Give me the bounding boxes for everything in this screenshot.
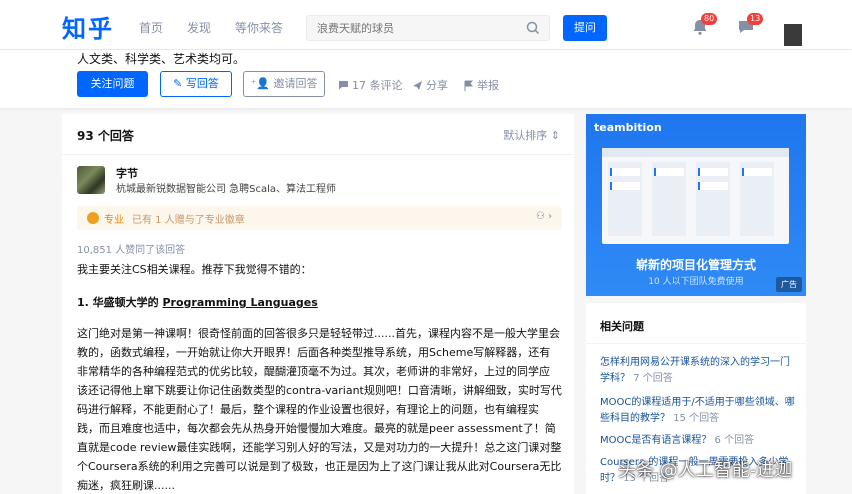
answer-heading: 1. 华盛顿大学的 Programming Languages (77, 296, 318, 309)
answer-line: 该还记得他上窜下跳要让你记住函数类型的contra-variant规则吧！口音清… (77, 384, 562, 397)
answer-line: 这门绝对是第一神课啊！很奇怪前面的回答很多只是轻轻带过......首先，课程内容… (77, 327, 560, 340)
share-link[interactable]: 分享 (412, 77, 448, 93)
ad-tag: 广告 (776, 277, 802, 292)
follow-question-button[interactable]: 关注问题 (77, 71, 148, 97)
sort-dropdown[interactable]: 默认排序 ⇕ (503, 127, 560, 143)
answer-line: 非常精华的各种编程范式的优劣比较，醍醐灌顶毫不为过。其次，老师讲的非常好，上过的… (77, 365, 550, 378)
answer-line: 践，而且难度也适中，每次都会先从热身开始慢慢加大难度。最亮的就是peer ass… (77, 422, 556, 435)
ad-slogan: 崭新的项目化管理方式 (635, 258, 756, 272)
nav-waiting-answers[interactable]: 等你来答 (235, 19, 283, 36)
medal-icon (87, 212, 99, 224)
messages-count-badge: 13 (747, 13, 764, 25)
top-navbar: 知乎 首页 发现 等你来答 提问 80 13 (0, 0, 852, 50)
author-headline: 杭城最新锐数据智能公司 急聘Scala、算法工程师 (116, 184, 337, 195)
answer-intro: 我主要关注CS相关课程。推荐下我觉得不错的： (77, 263, 312, 276)
chevron-right-icon: ⚇ › (535, 211, 552, 222)
answer-count: 93 个回答 (77, 129, 134, 143)
ask-question-button[interactable]: 提问 (563, 15, 607, 41)
author-name[interactable]: 字节 (116, 165, 138, 181)
user-avatar[interactable] (784, 24, 802, 46)
divider (62, 154, 574, 155)
professional-badge-bar[interactable]: 专业 已有 1 人赠与了专业徽章 ⚇ › (77, 206, 562, 230)
add-user-icon: ⁺👤 (250, 77, 274, 90)
sort-chevron-icon: ⇕ (550, 129, 560, 142)
course-link[interactable]: Programming Languages (163, 296, 318, 309)
question-header: 人文类、科学类、艺术类均可。 关注问题 ✎ 写回答 ⁺👤 邀请回答 17 条评论… (0, 50, 852, 108)
share-icon (413, 81, 422, 90)
related-title: 相关问题 (600, 320, 644, 333)
teambition-ad[interactable]: teambition 崭新的项目化管理方式 10 人以下团队免费使用 广告 (586, 114, 806, 296)
search-icon[interactable] (525, 20, 541, 36)
zhihu-logo[interactable]: 知乎 (62, 9, 114, 44)
answer-line: 码进行解释，不能更耐心了！最后，整个课程的作业设置也很好，有理论上的问题，也有编… (77, 403, 539, 416)
search-input[interactable] (317, 20, 517, 36)
ad-screenshot (602, 148, 789, 244)
search-box[interactable] (306, 15, 550, 41)
related-question-item[interactable]: 怎样利用网易公开课系统的深入的学习一门学科？ 7 个回答 (600, 355, 796, 387)
report-link[interactable]: 举报 (463, 77, 499, 93)
nav-home[interactable]: 首页 (139, 19, 163, 36)
nav-discover[interactable]: 发现 (187, 19, 211, 36)
toutiao-watermark: 头条 @人工智能-进迦 (618, 460, 793, 481)
ad-subtitle: 10 人以下团队免费使用 (648, 277, 744, 287)
answer-line: 教的，函数式编程，一开始就让你大开眼界！后面各种类型推导系统，用Scheme写解… (77, 346, 551, 359)
related-question-item[interactable]: MOOC是否有语言课程？ 6 个回答 (600, 433, 796, 449)
badge-label: 专业 (104, 215, 124, 226)
comments-link[interactable]: 17 条评论 (338, 77, 403, 93)
invite-answer-button[interactable]: ⁺👤 邀请回答 (243, 71, 325, 97)
author-avatar[interactable] (77, 166, 105, 194)
answer-list-card: 93 个回答 默认排序 ⇕ 字节 杭城最新锐数据智能公司 急聘Scala、算法工… (62, 114, 574, 494)
answer-line: 直就是code review最佳实践啊，还能学习别人好的写法，又是对功力的一大提… (77, 441, 562, 454)
answer-body: 这门绝对是第一神课啊！很奇怪前面的回答很多只是轻轻带过......首先，课程内容… (77, 324, 569, 494)
question-topic-line: 人文类、科学类、艺术类均可。 (77, 52, 246, 66)
comment-icon (339, 81, 348, 90)
write-answer-button[interactable]: ✎ 写回答 (160, 71, 232, 97)
badge-text: 已有 1 人赠与了专业徽章 (132, 215, 245, 226)
notification-count-badge: 80 (701, 13, 718, 25)
answer-line: 痴迷，疯狂刷课...... (77, 479, 175, 492)
answer-line: 个Coursera系统的利用之完善可以说是到了极致，也正是因为上了这门课让我从此… (77, 460, 562, 473)
related-question-item[interactable]: MOOC的课程适用于/不适用于哪些领域、哪些科目的教学？ 15 个回答 (600, 395, 796, 427)
pencil-icon: ✎ (173, 77, 186, 90)
ad-brand: teambition (594, 121, 662, 134)
divider (586, 343, 806, 344)
vote-count: 10,851 人赞同了该回答 (77, 245, 186, 256)
flag-icon (464, 80, 474, 91)
